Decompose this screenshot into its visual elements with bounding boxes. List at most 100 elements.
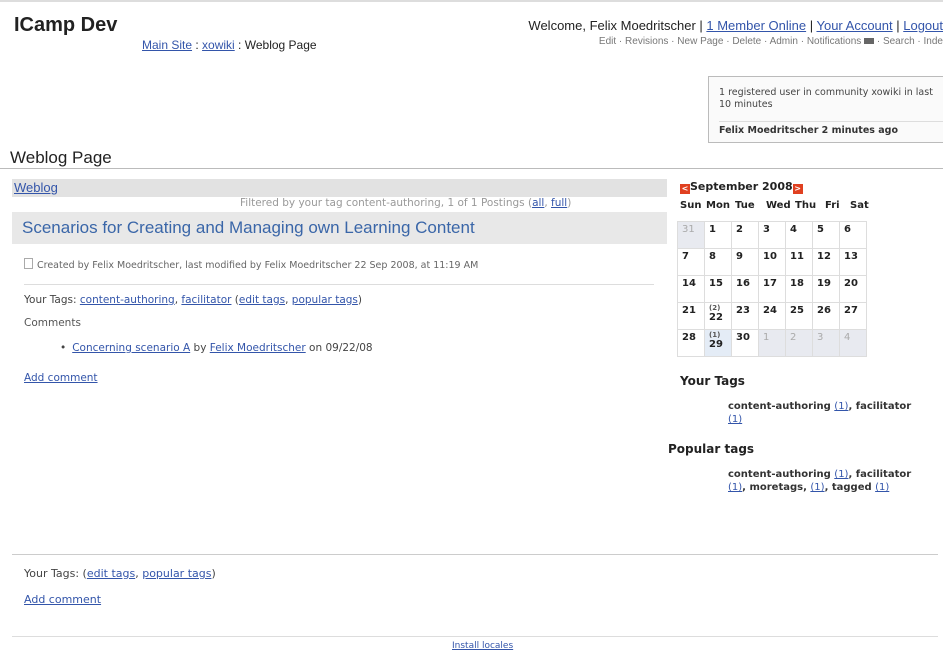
tag-count-link[interactable]: (1)	[728, 482, 742, 493]
day-number: 17	[763, 278, 777, 289]
breadcrumb-separator: :	[192, 38, 203, 52]
tag-separator: ,	[848, 401, 856, 412]
day-number: 31	[682, 224, 695, 235]
filter-all-link[interactable]: all	[532, 197, 544, 209]
post-title[interactable]: Scenarios for Creating and Managing own …	[22, 218, 475, 238]
popular-tags-link[interactable]: popular tags	[292, 294, 358, 306]
comment-link[interactable]: Concerning scenario A	[72, 342, 190, 354]
footer-tags: Your Tags: (edit tags, popular tags)	[24, 567, 216, 580]
tag-count-link[interactable]: (1)	[728, 414, 742, 425]
day-number: 7	[682, 251, 689, 262]
calendar-day: 1	[704, 221, 732, 249]
prev-month-icon[interactable]: <	[680, 184, 690, 194]
day-number: 22	[709, 312, 723, 323]
calendar-month: September 2008	[690, 180, 793, 193]
breadcrumb-xowiki[interactable]: xowiki	[202, 38, 235, 52]
install-locales: Install locales	[452, 641, 513, 651]
post-tags: Your Tags: content-authoring, facilitato…	[24, 294, 362, 306]
weblog-link[interactable]: Weblog	[14, 180, 58, 195]
filter-info: Filtered by your tag content-authoring, …	[240, 197, 572, 209]
edit-tags-link[interactable]: edit tags	[87, 567, 135, 580]
header	[0, 0, 943, 70]
index-link[interactable]: Inde	[924, 36, 943, 47]
post-meta-text: Created by Felix Moedritscher, last modi…	[37, 260, 479, 271]
popular-tags-list: content-authoring (1), facilitator (1), …	[728, 468, 918, 494]
calendar-day: 14	[677, 275, 705, 303]
breadcrumb-main-site[interactable]: Main Site	[142, 38, 192, 52]
tag-name: moretags,	[749, 482, 811, 493]
calendar-day: 10	[758, 248, 786, 276]
popular-tags-link[interactable]: popular tags	[142, 567, 211, 580]
day-number: 3	[817, 332, 824, 343]
revisions-link[interactable]: Revisions	[625, 36, 668, 47]
site-title: ICamp Dev	[14, 14, 118, 36]
calendar-day: 7	[677, 248, 705, 276]
delete-link[interactable]: Delete	[732, 36, 761, 47]
page-title: Weblog Page	[10, 148, 112, 167]
comment-author-link[interactable]: Felix Moedritscher	[210, 342, 306, 354]
calendar-day[interactable]: (2) 22	[704, 302, 732, 330]
notifications-link[interactable]: Notifications	[807, 36, 861, 47]
calendar-day: 5	[812, 221, 840, 249]
event-count[interactable]: (1)	[709, 332, 731, 339]
day-number: 21	[682, 305, 696, 316]
day-number: 4	[790, 224, 797, 235]
day-number: 19	[817, 278, 831, 289]
day-number: 30	[736, 332, 750, 343]
day-number: 1	[709, 224, 716, 235]
breadcrumb-current: Weblog Page	[244, 38, 317, 52]
calendar-day: 26	[812, 302, 840, 330]
day-number: 8	[709, 251, 716, 262]
day-number: 6	[844, 224, 851, 235]
weekday-sun: Sun	[680, 200, 702, 211]
day-number: 11	[790, 251, 804, 262]
tag-link-content-authoring[interactable]: content-authoring	[80, 294, 175, 306]
day-number: 25	[790, 305, 804, 316]
tag-count-link[interactable]: (1)	[875, 482, 889, 493]
calendar-day: 15	[704, 275, 732, 303]
divider	[12, 554, 938, 555]
tag-count-link[interactable]: (1)	[810, 482, 824, 493]
install-locales-link[interactable]: Install locales	[452, 641, 513, 651]
calendar-day: 19	[812, 275, 840, 303]
tag-count-link[interactable]: (1)	[834, 401, 848, 412]
calendar-day: 4	[839, 329, 867, 357]
add-comment-link[interactable]: Add comment	[24, 372, 98, 384]
add-comment-link[interactable]: Add comment	[24, 593, 101, 606]
search-link[interactable]: Search	[883, 36, 915, 47]
calendar-day: 27	[839, 302, 867, 330]
tag-link-facilitator[interactable]: facilitator	[181, 294, 231, 306]
calendar-day: 3	[758, 221, 786, 249]
next-month-icon[interactable]: >	[792, 184, 803, 194]
tag-count-link[interactable]: (1)	[834, 469, 848, 480]
event-count[interactable]: (2)	[709, 305, 731, 312]
notifications-icon[interactable]	[864, 38, 875, 44]
breadcrumb: Main Site : xowiki : Weblog Page	[142, 38, 317, 52]
weekday-mon: Mon	[706, 200, 730, 211]
page-toolbar: Edit · Revisions · New Page · Delete · A…	[598, 36, 943, 47]
day-number: 26	[817, 305, 831, 316]
popular-tags-heading: Popular tags	[668, 442, 755, 456]
edit-tags-link[interactable]: edit tags	[239, 294, 285, 306]
calendar-day: 25	[785, 302, 813, 330]
tag-separator: ,	[848, 469, 856, 480]
online-users-box: 1 registered user in community xowiki in…	[708, 76, 943, 143]
your-account-link[interactable]: Your Account	[816, 18, 892, 33]
tag-name: facilitator	[855, 401, 912, 412]
members-online-link[interactable]: 1 Member Online	[706, 18, 806, 33]
divider	[12, 636, 938, 637]
post-meta: Created by Felix Moedritscher, last modi…	[24, 258, 478, 271]
logout-link[interactable]: Logout	[903, 18, 943, 33]
calendar-day: 16	[731, 275, 759, 303]
calendar-day[interactable]: (1) 29	[704, 329, 732, 357]
your-tags-list: content-authoring (1), facilitator (1)	[728, 400, 918, 426]
day-number: 27	[844, 305, 858, 316]
breadcrumb-separator: :	[234, 38, 245, 52]
edit-link[interactable]: Edit	[599, 36, 616, 47]
comments-label: Comments	[24, 317, 81, 329]
filter-full-link[interactable]: full	[551, 197, 567, 209]
day-number: 9	[736, 251, 743, 262]
admin-link[interactable]: Admin	[770, 36, 798, 47]
tag-name: content-authoring	[728, 469, 835, 480]
new-page-link[interactable]: New Page	[677, 36, 723, 47]
